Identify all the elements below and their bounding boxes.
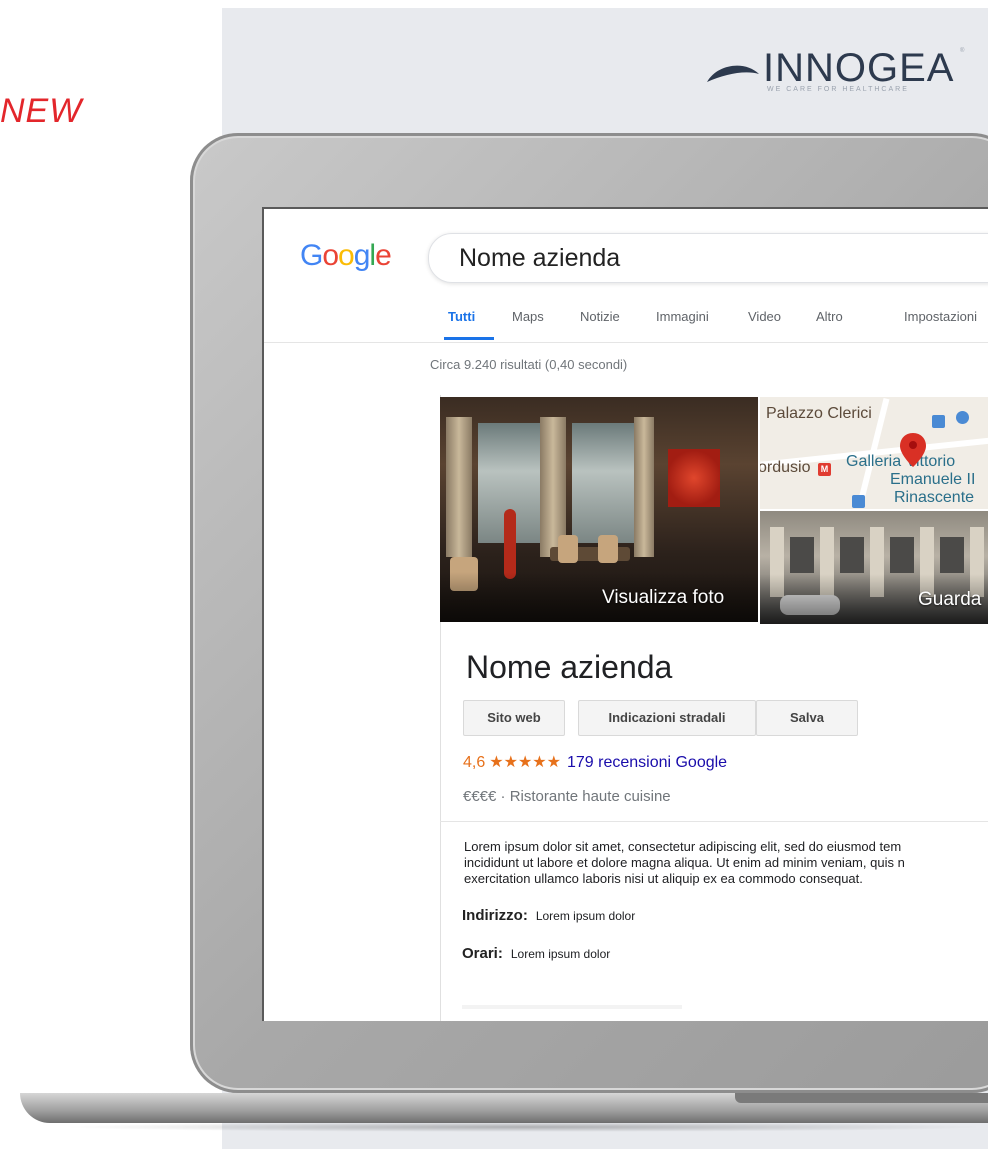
street-view-thumbnail[interactable]: Guarda	[760, 509, 988, 624]
search-input[interactable]: Nome azienda	[428, 233, 988, 283]
logo-letter: e	[375, 239, 392, 272]
business-description: Lorem ipsum dolor sit amet, consectetur …	[464, 839, 905, 886]
curtain	[446, 417, 472, 557]
curtain	[634, 417, 654, 557]
red-artwork	[668, 449, 720, 507]
facade-window	[940, 537, 964, 573]
hours-row: Orari: Lorem ipsum dolor	[462, 945, 610, 962]
map-label-cordusio: ordusio	[760, 459, 811, 476]
logo-letter: g	[353, 239, 371, 272]
logo-letter: o	[338, 239, 355, 272]
tab-notizie[interactable]: Notizie	[580, 309, 620, 324]
hours-value[interactable]: Lorem ipsum dolor	[511, 947, 610, 961]
map-pin-icon	[900, 433, 926, 467]
vase	[504, 509, 516, 579]
rating-value: 4,6	[463, 754, 486, 771]
search-query: Nome azienda	[459, 244, 621, 272]
category-row: €€€€ · Ristorante haute cuisine	[463, 788, 671, 805]
leaf-icon	[707, 65, 759, 82]
business-title: Nome azienda	[466, 649, 673, 685]
tab-maps[interactable]: Maps	[512, 309, 544, 324]
metro-icon: M	[818, 463, 831, 476]
view-photos-caption: Visualizza foto	[602, 587, 725, 608]
address-label: Indirizzo:	[462, 907, 528, 924]
new-badge: NEW	[0, 92, 83, 130]
map-label-palazzo: Palazzo Clerici	[766, 405, 872, 422]
tab-altro[interactable]: Altro	[816, 309, 843, 324]
laptop-screen: Google Nome azienda Tutti Maps Notizie I…	[262, 207, 988, 1021]
separator-dot: ·	[500, 788, 506, 805]
laptop-shadow	[60, 1122, 988, 1132]
logo-letter: G	[300, 239, 323, 272]
business-category: Ristorante haute cuisine	[509, 788, 671, 805]
header-divider	[264, 342, 988, 343]
innogea-logo: INNOGEA ® WE CARE FOR HEALTHCARE	[705, 44, 965, 100]
website-button[interactable]: Sito web	[463, 700, 565, 736]
brand-name: INNOGEA	[763, 46, 955, 90]
active-tab-indicator	[444, 337, 494, 340]
address-row: Indirizzo: Lorem ipsum dolor	[462, 907, 635, 924]
location-icon	[956, 411, 969, 424]
registered-mark: ®	[960, 48, 965, 54]
tab-immagini[interactable]: Immagini	[656, 309, 709, 324]
save-button[interactable]: Salva	[756, 700, 858, 736]
tab-tutti[interactable]: Tutti	[448, 309, 475, 324]
directions-button[interactable]: Indicazioni stradali	[578, 700, 756, 736]
tab-impostazioni[interactable]: Impostazioni	[904, 309, 977, 324]
laptop-notch	[735, 1093, 988, 1103]
restaurant-photo[interactable]: Visualizza foto	[440, 397, 758, 622]
hours-label: Orari:	[462, 945, 503, 962]
chair	[558, 535, 578, 563]
rating-row: 4,6 ★★★★★ 179 recensioni Google	[463, 752, 727, 772]
panel-divider	[440, 821, 988, 822]
facade-window	[790, 537, 814, 573]
map-label-rinascente: Rinascente	[894, 489, 975, 506]
window	[572, 423, 634, 543]
star-rating-icon: ★★★★★	[489, 754, 561, 771]
map-thumbnail[interactable]: Palazzo Clerici ordusio M Galleria Vitto…	[760, 397, 988, 509]
logo-letter: o	[322, 239, 339, 272]
result-stats: Circa 9.240 risultati (0,40 secondi)	[430, 357, 628, 372]
tab-video[interactable]: Video	[748, 309, 781, 324]
address-value[interactable]: Lorem ipsum dolor	[536, 909, 635, 923]
google-logo[interactable]: Google	[300, 239, 392, 273]
building-icon	[932, 415, 945, 428]
price-level: €€€€	[463, 788, 497, 805]
faded-row	[462, 1005, 682, 1009]
reviews-link[interactable]: 179 recensioni Google	[567, 754, 727, 771]
facade-window	[890, 537, 914, 573]
brand-tagline: WE CARE FOR HEALTHCARE	[767, 86, 909, 93]
shop-icon	[852, 495, 865, 508]
street-view-caption: Guarda	[918, 589, 982, 610]
map-label-emanuele: Emanuele II	[890, 471, 976, 488]
facade-window	[840, 537, 864, 573]
chair	[598, 535, 618, 563]
